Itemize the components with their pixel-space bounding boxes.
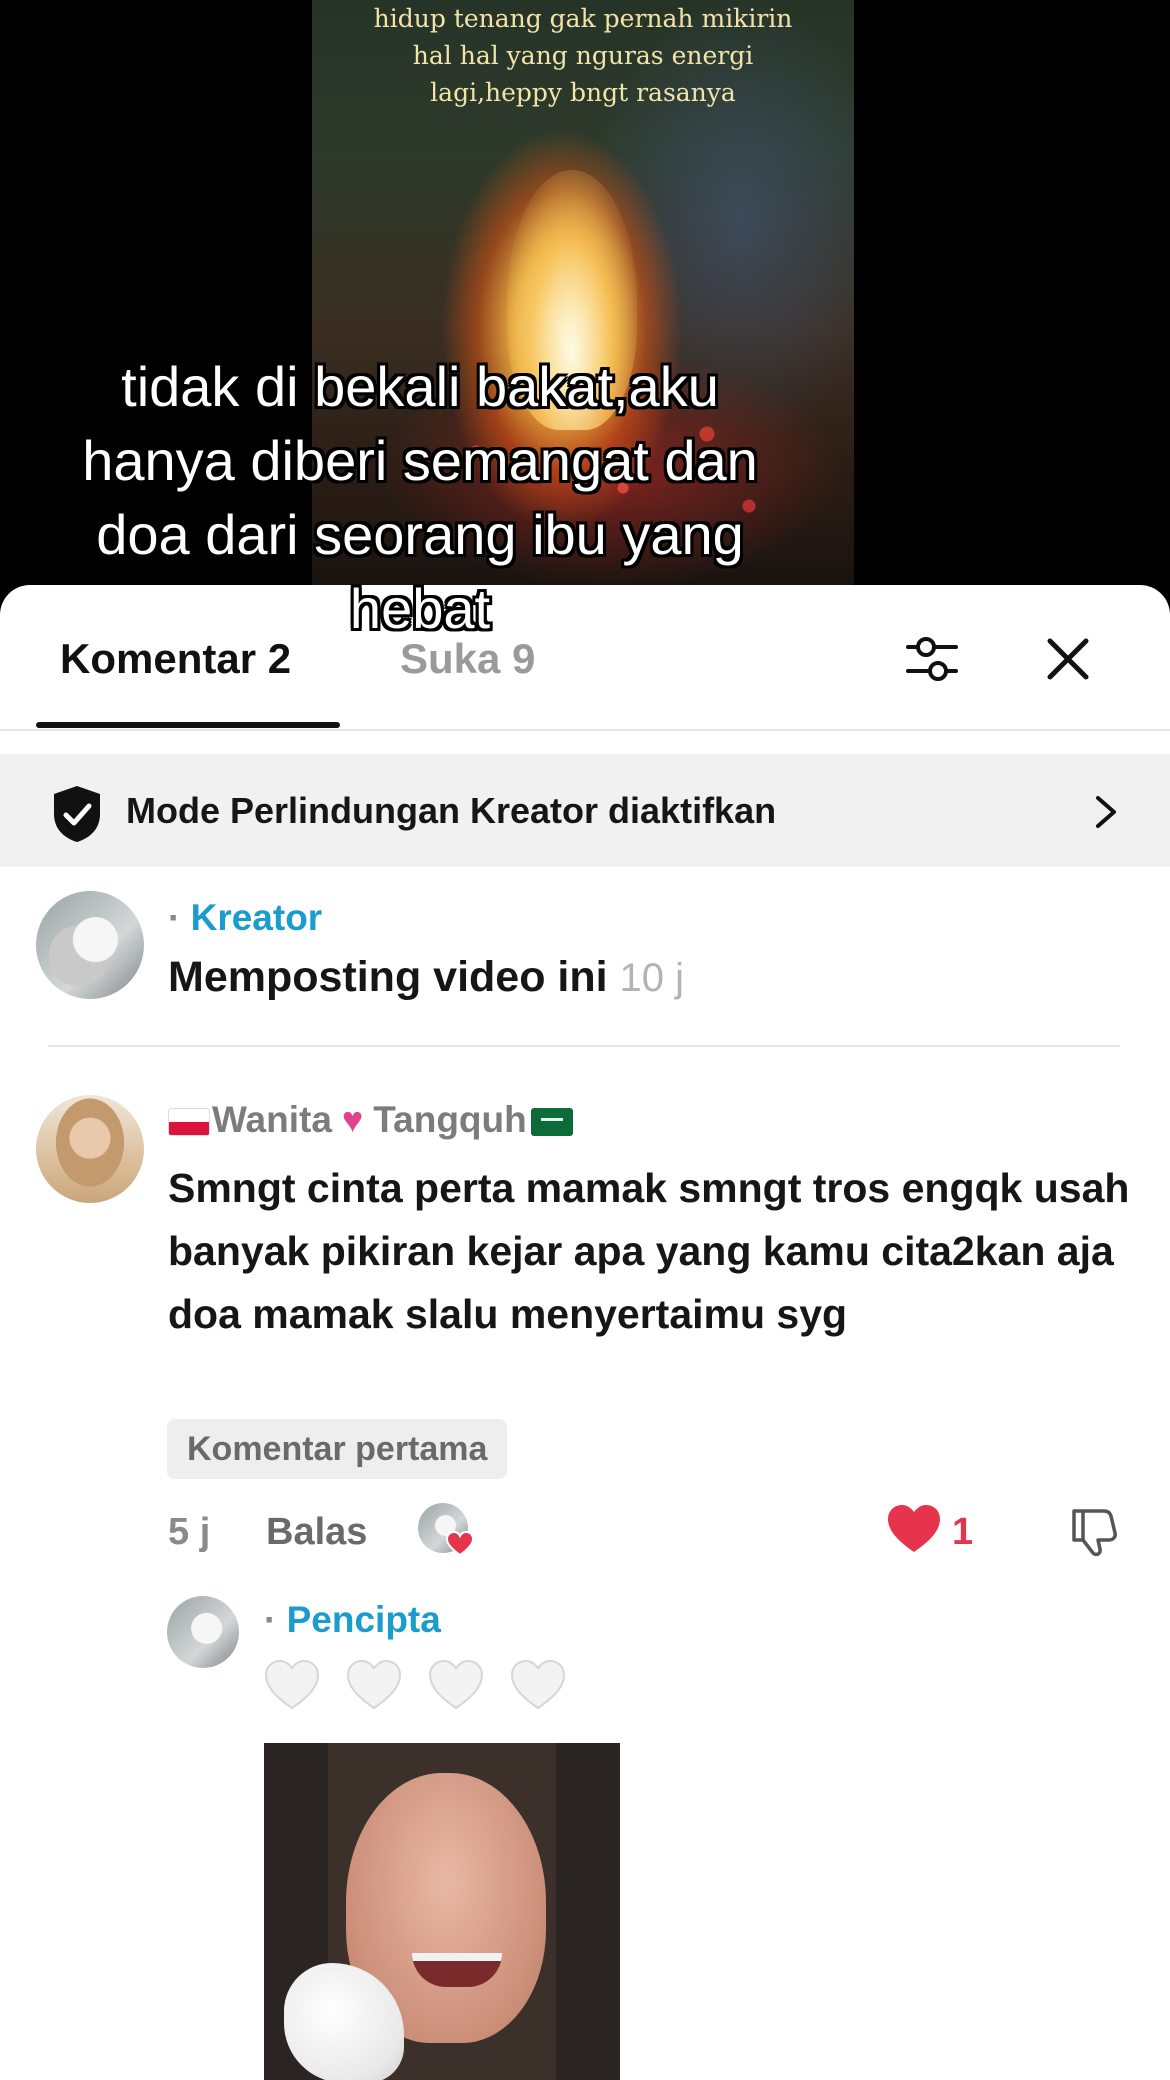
creator-meta: · Kreator [168,897,322,939]
white-heart-icon [264,1659,320,1710]
reply-gif-sticker[interactable] [264,1743,620,2080]
like-count: 1 [952,1511,974,1553]
reply-avatar[interactable] [167,1596,239,1668]
saudi-flag-icon [530,1108,573,1137]
commenter-name[interactable]: Wanita ♥ Tangquh [168,1099,575,1141]
commenter-name-part-1: Wanita [212,1099,332,1140]
active-tab-indicator [36,722,340,728]
white-heart-icon [510,1659,565,1710]
video-caption: tidak di bekali bakat,aku hanya diberi s… [82,355,758,640]
commenter-avatar[interactable] [36,1095,144,1203]
chevron-right-icon [1096,796,1116,828]
comments-panel: Komentar 2 Suka 9 Mode Perlindungan Krea… [0,585,1170,2080]
creator-post-time: 10 j [619,956,685,1000]
reply-button[interactable]: Balas [266,1511,367,1554]
creator-post-text: Memposting video ini 10 j [168,953,684,1002]
comment-actions: 5 j Balas 1 [0,1503,1170,1573]
heart-icon[interactable] [886,1503,942,1555]
protection-banner-label: Mode Perlindungan Kreator diaktifkan [126,790,777,831]
first-comment-badge: Komentar pertama [167,1419,508,1479]
comment-time: 5 j [168,1511,211,1553]
heart-arrow-icon: ♥ [341,1099,364,1140]
meta-separator: · [168,897,181,938]
divider [48,1045,1120,1047]
close-icon [1047,638,1089,680]
reply-text [264,1659,572,1723]
commenter-name-part-2: Tangquh [373,1099,527,1140]
shield-check-icon [54,786,100,842]
creator-post-label: Memposting video ini [168,953,608,1001]
poland-flag-icon [168,1108,210,1137]
thumbs-down-icon[interactable] [1066,1503,1122,1559]
creator-liked-heart-icon [446,1531,474,1557]
white-heart-icon [428,1659,483,1710]
white-heart-icon [346,1659,401,1710]
filter-button[interactable] [900,627,964,691]
meta-separator: · [264,1599,277,1640]
reply-meta: · Pencipta [264,1599,441,1641]
video-overlay-text: hidup tenang gak pernah mikirin hal hal … [373,4,793,107]
close-button[interactable] [1036,627,1100,691]
comment-text: Smngt cinta perta mamak smngt tros engqk… [168,1165,1130,1337]
creator-role-label[interactable]: Kreator [191,897,323,938]
creator-protection-banner[interactable]: Mode Perlindungan Kreator diaktifkan [0,754,1170,867]
creator-avatar[interactable] [36,891,144,999]
reply-role-label[interactable]: Pencipta [287,1599,441,1640]
sliders-icon [906,637,958,681]
